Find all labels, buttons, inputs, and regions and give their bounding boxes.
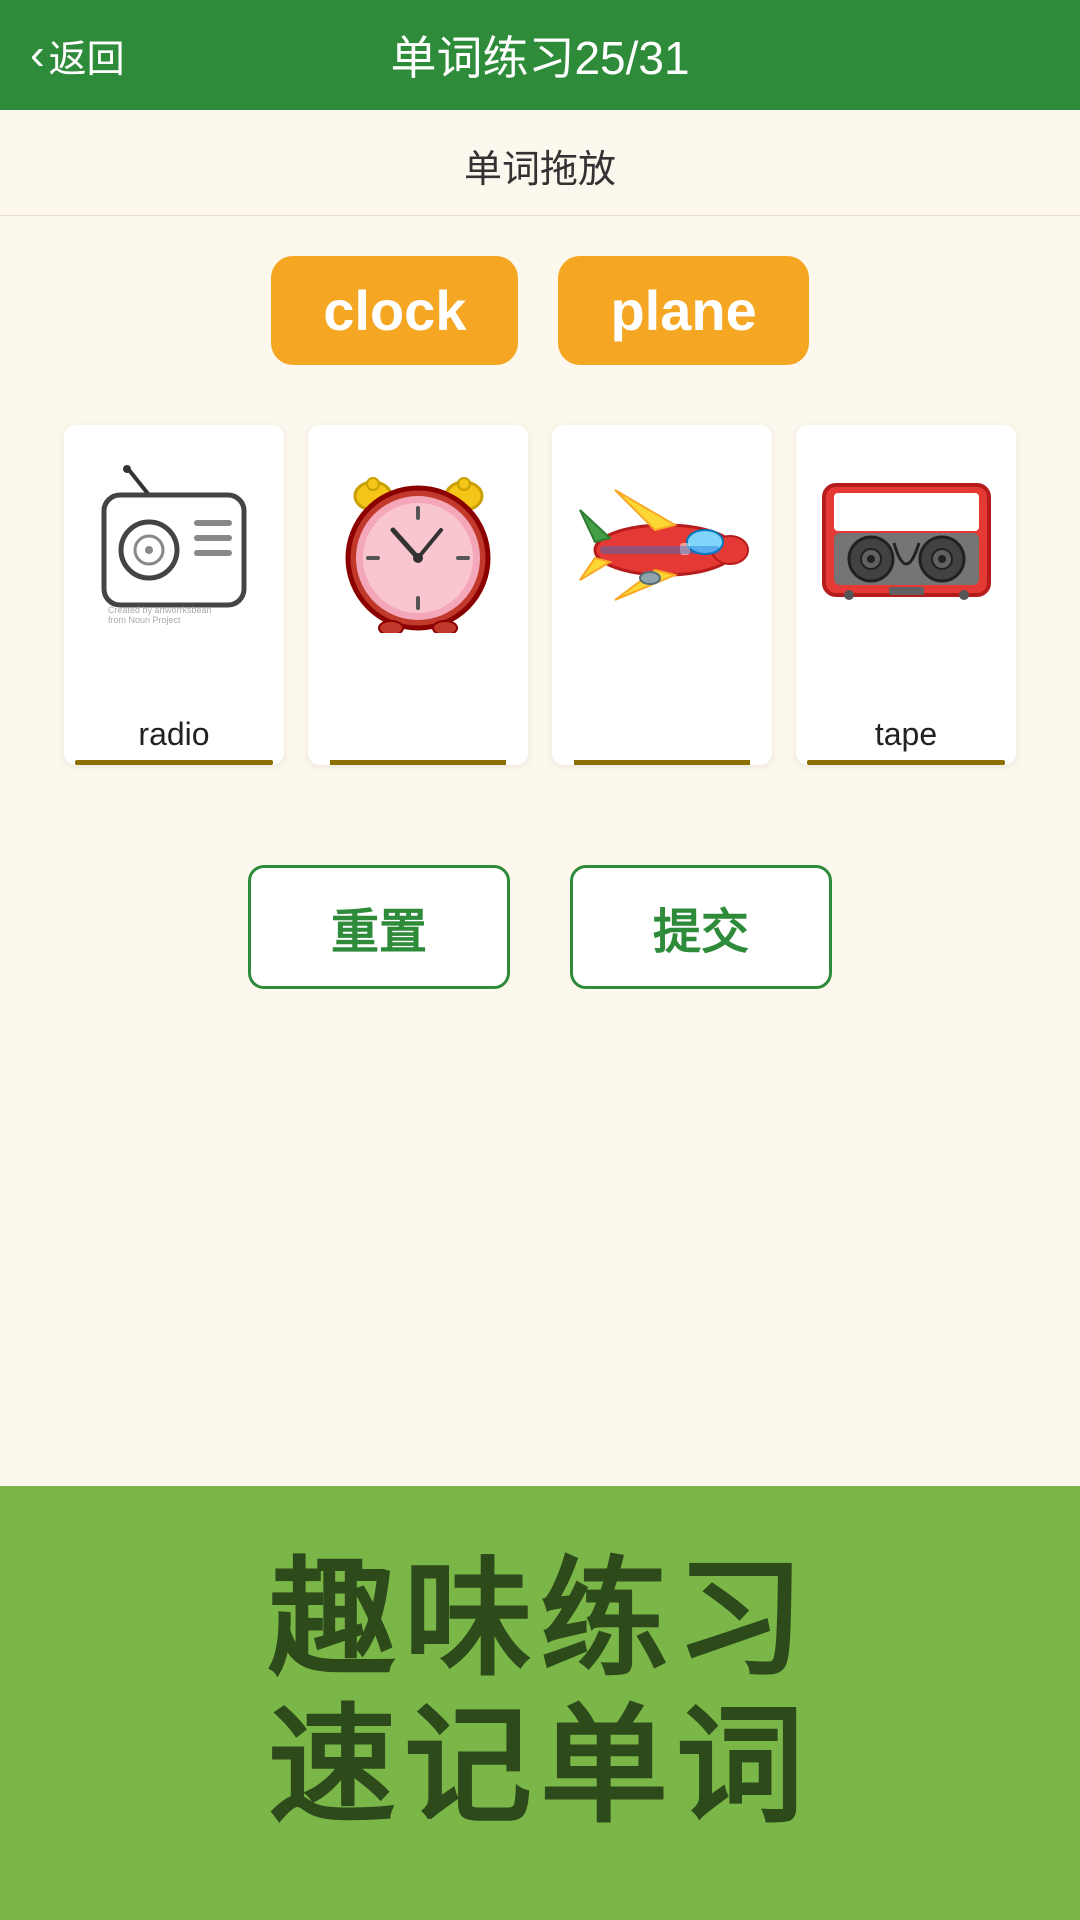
back-label: 返回 [49, 28, 125, 83]
radio-image: Created by artworrksbean from Noun Proje… [84, 445, 264, 645]
banner-line1: 趣味练习 [50, 1546, 1030, 1693]
back-icon: ‹ [30, 30, 45, 80]
header: ‹ 返回 单词练习25/31 [0, 0, 1080, 110]
buttons-area: 重置 提交 [0, 815, 1080, 1049]
subtitle-bar: 单词拖放 [0, 110, 1080, 216]
card-radio-underline [75, 760, 273, 765]
card-tape-label: tape [875, 708, 937, 753]
card-plane[interactable] [552, 425, 772, 765]
card-plane-drop-zone[interactable] [574, 737, 750, 765]
spacer [0, 1049, 1080, 1486]
word-chips-area: clock plane [0, 216, 1080, 395]
card-clock-drop-zone[interactable] [330, 737, 506, 765]
bottom-banner: 趣味练习 速记单词 [0, 1486, 1080, 1920]
header-title: 单词练习25/31 [390, 22, 689, 88]
svg-text:Created by artworrksbean: Created by artworrksbean [108, 605, 212, 615]
clock-image [328, 445, 508, 645]
reset-button[interactable]: 重置 [248, 865, 510, 989]
svg-text:from Noun Project: from Noun Project [108, 615, 181, 625]
tape-image [816, 445, 996, 645]
card-tape: tape [796, 425, 1016, 765]
plane-image [572, 445, 752, 645]
back-button[interactable]: ‹ 返回 [30, 28, 125, 83]
subtitle-text: 单词拖放 [464, 149, 616, 191]
card-radio: Created by artworrksbean from Noun Proje… [64, 425, 284, 765]
cards-area: Created by artworrksbean from Noun Proje… [0, 395, 1080, 815]
card-radio-label: radio [138, 708, 209, 753]
word-chip-plane[interactable]: plane [558, 256, 808, 365]
word-chip-clock[interactable]: clock [271, 256, 518, 365]
card-clock[interactable] [308, 425, 528, 765]
card-tape-underline [807, 760, 1005, 765]
banner-line2: 速记单词 [50, 1693, 1030, 1840]
submit-button[interactable]: 提交 [570, 865, 832, 989]
